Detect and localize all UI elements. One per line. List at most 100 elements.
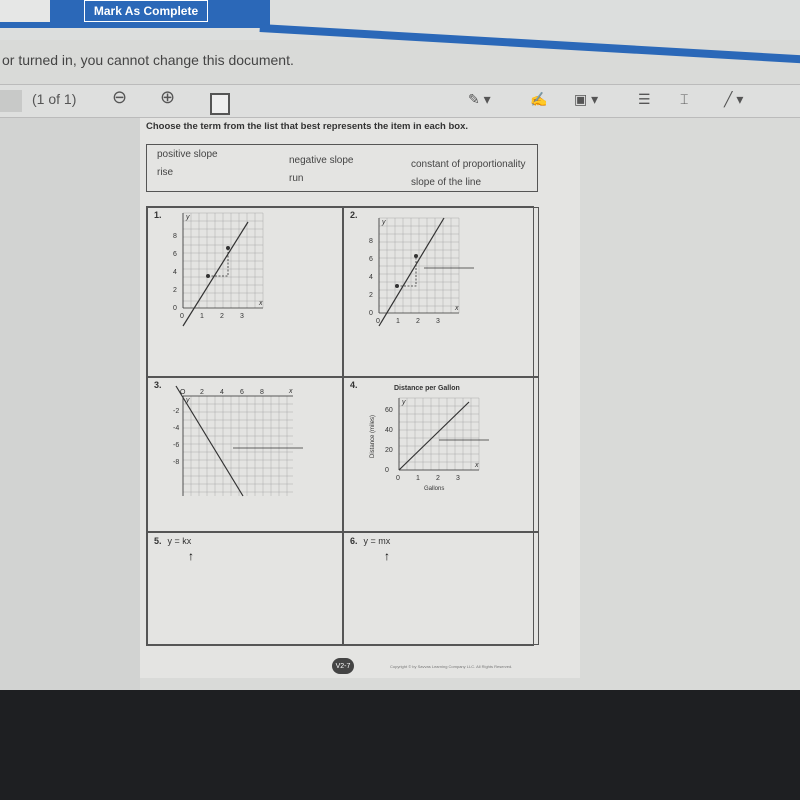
page-badge: V2-7: [332, 658, 354, 674]
graph-2: 0 1 2 3 0 2 4 6 8 x y: [369, 217, 474, 327]
y-tick-label: 4: [173, 269, 177, 276]
rise-run-marker: [397, 256, 417, 287]
y-tick-label: 60: [385, 407, 393, 414]
x-tick-label: 2: [416, 318, 420, 325]
term-bank: positive slope negative slope constant o…: [146, 144, 538, 192]
problem-2: 2. 0 1 2 3 0 2 4 6 8 x y: [343, 207, 539, 377]
x-axis-label: x: [288, 388, 293, 395]
signature-icon[interactable]: ✍: [530, 91, 547, 108]
x-axis-label: x: [454, 305, 459, 312]
y-tick-label: -2: [173, 408, 179, 415]
problem-3: 3. O 2 4 6 8 -2 -4 -6 -8 x y: [147, 377, 343, 532]
zoom-in-icon[interactable]: ⊕: [160, 87, 175, 108]
y-tick-label: -4: [173, 425, 179, 432]
thumbnail-pane: [0, 118, 140, 690]
term: slope of the line: [411, 177, 482, 188]
y-tick-label: 0: [369, 310, 373, 317]
x-tick-label: 1: [396, 318, 400, 325]
problem-number: 2.: [350, 210, 358, 220]
term: negative slope: [289, 155, 354, 166]
data-point: [414, 254, 418, 258]
problem-5: 5. y = kx ↑: [147, 532, 343, 645]
y-tick-label: 8: [173, 233, 177, 240]
image-icon[interactable]: ▣ ▾: [574, 91, 598, 108]
problem-grid: 1. 0 1 2 3 0 2 4 6 8 x y 2. 0 1 2 3 0 2 4 6 8 x y 3. O 2 4 6 8 -2 -4 -…: [146, 206, 539, 646]
graph-4: 0 1 2 3 0 20 40 60 x y Distance per Gallon Gallons D…: [370, 385, 489, 492]
term: constant of proportionality: [411, 159, 526, 170]
y-tick-label: 0: [385, 467, 389, 474]
x-axis-title: Gallons: [424, 486, 444, 492]
x-tick-label: 2: [200, 389, 204, 396]
x-tick-label: 0: [396, 475, 400, 482]
x-tick-label: 3: [240, 313, 244, 320]
y-tick-label: 40: [385, 427, 393, 434]
graph-1: 0 1 2 3 0 2 4 6 8 x y: [173, 212, 264, 327]
y-axis-label: y: [185, 214, 190, 221]
x-tick-label: 2: [220, 313, 224, 320]
document-toolbar: (1 of 1) ⊖ ⊕ ✎ ▾ ✍ ▣ ▾ ☰ ⌶ ╱ ▾: [0, 84, 800, 118]
read-only-notice: or turned in, you cannot change this doc…: [2, 52, 294, 68]
x-tick-label: 0: [376, 318, 380, 325]
y-axis-title: Distance (miles): [370, 415, 376, 458]
problem-number: 1.: [154, 210, 162, 220]
y-tick-label: 2: [369, 292, 373, 299]
y-tick-label: 0: [173, 305, 177, 312]
y-tick-label: -6: [173, 442, 179, 449]
graph-line: [398, 401, 470, 471]
y-tick-label: 6: [369, 256, 373, 263]
problem-4: 4. 0 1 2 3 0 20 40 60 x y Distance per Gallon Gallon…: [343, 377, 539, 532]
page-indicator: (1 of 1): [32, 91, 77, 107]
equation: y = kx: [167, 536, 192, 546]
term: positive slope: [157, 149, 218, 160]
note-icon[interactable]: ☰: [638, 91, 651, 108]
problem-1: 1. 0 1 2 3 0 2 4 6 8 x y: [147, 207, 343, 377]
y-axis-label: y: [401, 399, 406, 406]
instructions: Choose the term from the list that best …: [146, 121, 469, 132]
sidebar-toggle-button[interactable]: [0, 90, 22, 112]
x-tick-label: 1: [200, 313, 204, 320]
graph-line: [182, 221, 249, 327]
left-tab[interactable]: [0, 0, 50, 22]
x-tick-label: 3: [456, 475, 460, 482]
x-tick-label: 1: [416, 475, 420, 482]
x-tick-label: 3: [436, 318, 440, 325]
x-axis-label: x: [258, 300, 263, 307]
graph-3: O 2 4 6 8 -2 -4 -6 -8 x y: [173, 385, 303, 497]
term: rise: [157, 167, 174, 178]
copyright: Copyright © by Savvas Learning Company L…: [390, 664, 513, 669]
y-axis-label: y: [185, 397, 190, 404]
x-tick-label: 2: [436, 475, 440, 482]
graph-title: Distance per Gallon: [394, 385, 460, 392]
x-tick-label: O: [180, 389, 186, 396]
rise-run-marker: [208, 248, 229, 277]
mark-as-complete-button[interactable]: Mark As Complete: [84, 0, 208, 22]
x-tick-label: 0: [180, 313, 184, 320]
line-icon[interactable]: ╱ ▾: [724, 91, 743, 108]
x-tick-label: 4: [220, 389, 224, 396]
zoom-out-icon[interactable]: ⊖: [112, 87, 127, 108]
equation: y = mx: [363, 536, 391, 546]
problem-number: 6.: [350, 536, 358, 546]
y-tick-label: -8: [173, 459, 179, 466]
y-axis-label: y: [381, 219, 386, 226]
problem-number: 4.: [350, 380, 358, 390]
problem-6: 6. y = mx ↑: [343, 532, 539, 645]
y-tick-label: 8: [369, 238, 373, 245]
arrow-up-icon: ↑: [384, 549, 390, 563]
x-tick-label: 6: [240, 389, 244, 396]
problem-number: 3.: [154, 380, 162, 390]
text-box-icon[interactable]: ⌶: [680, 91, 688, 108]
document-page: Choose the term from the list that best …: [140, 118, 580, 678]
y-tick-label: 2: [173, 287, 177, 294]
problem-number: 5.: [154, 536, 162, 546]
arrow-up-icon: ↑: [188, 549, 194, 563]
screen: Mark As Complete or turned in, you canno…: [0, 0, 800, 690]
x-tick-label: 8: [260, 389, 264, 396]
y-tick-label: 6: [173, 251, 177, 258]
term: run: [289, 173, 304, 184]
highlighter-icon[interactable]: ✎ ▾: [468, 91, 491, 108]
y-tick-label: 4: [369, 274, 373, 281]
fit-page-icon[interactable]: [210, 93, 230, 115]
x-axis-label: x: [474, 462, 479, 469]
y-tick-label: 20: [385, 447, 393, 454]
